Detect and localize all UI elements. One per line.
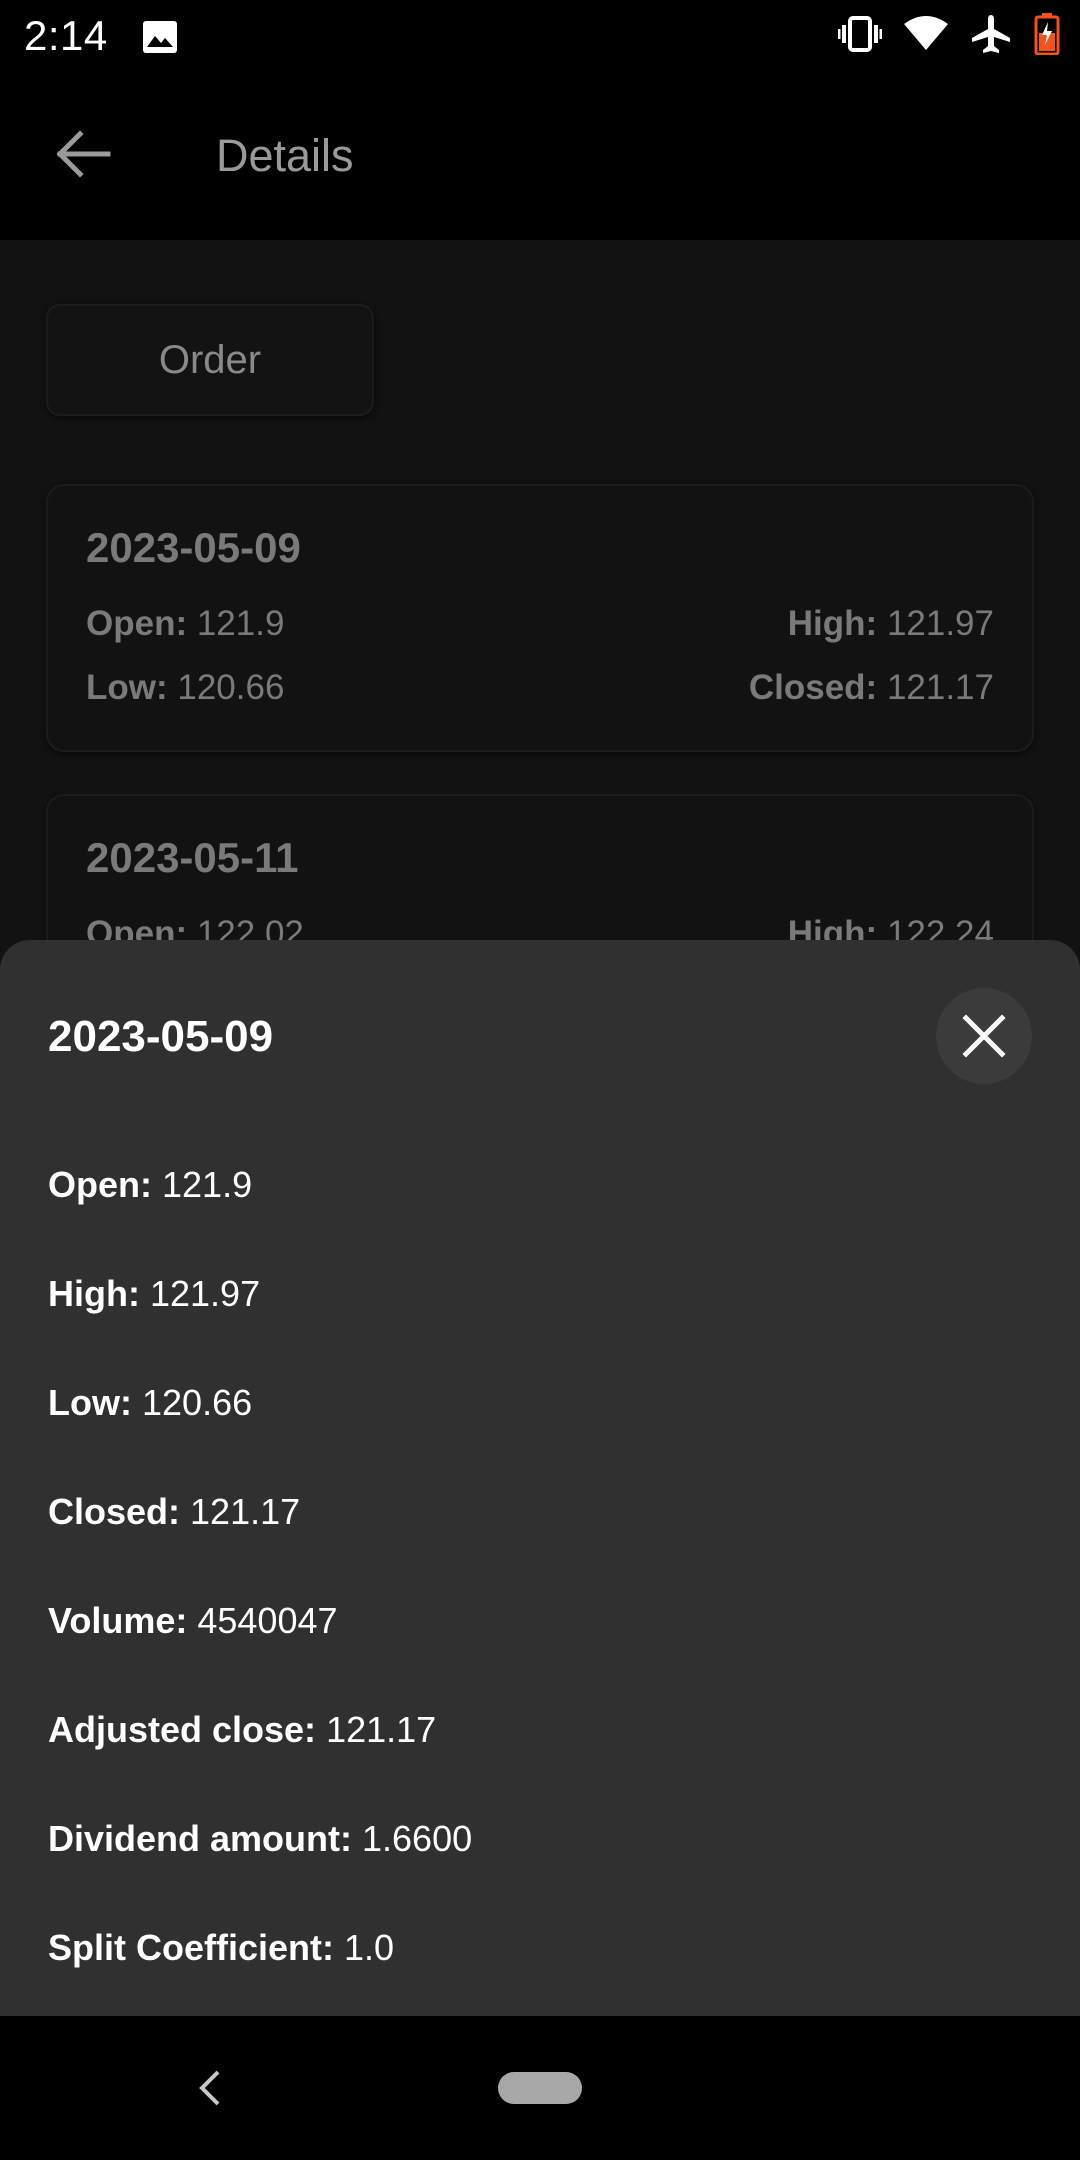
nav-back-button[interactable] — [186, 2060, 234, 2116]
day-card[interactable]: 2023-05-09 Open: 121.9 High: 121.97 Low:… — [46, 484, 1034, 752]
card-low: Low: 120.66 — [86, 668, 285, 707]
status-icons — [838, 12, 1060, 60]
airplane-icon — [970, 13, 1012, 60]
image-icon — [142, 20, 178, 54]
card-high: High: 121.97 — [787, 604, 994, 643]
detail-row-dividend-amount: Dividend amount: 1.6600 — [48, 1818, 473, 1859]
vibrate-icon — [838, 15, 882, 57]
sheet-title: 2023-05-09 — [48, 1012, 274, 1061]
detail-row-low: Low: 120.66 — [48, 1382, 253, 1423]
detail-row-closed: Closed: 121.17 — [48, 1491, 301, 1532]
card-row-low-closed: Low: 120.66 Closed: 121.17 — [86, 668, 994, 708]
battery-icon — [1034, 12, 1060, 60]
navigation-bar — [0, 2016, 1080, 2160]
status-time: 2:14 — [24, 12, 108, 59]
nav-home-button[interactable] — [498, 2072, 582, 2104]
detail-row-adjusted-close: Adjusted close: 121.17 — [48, 1709, 437, 1750]
detail-row-split-coefficient: Split Coefficient: 1.0 — [48, 1927, 395, 1968]
status-bar: 2:14 — [0, 0, 1080, 72]
card-closed: Closed: 121.17 — [748, 668, 994, 707]
wifi-icon — [904, 15, 948, 57]
card-date: 2023-05-11 — [86, 834, 299, 881]
back-button[interactable] — [42, 118, 126, 190]
chevron-left-icon — [199, 2070, 220, 2106]
detail-row-open: Open: 121.9 — [48, 1164, 253, 1205]
details-bottom-sheet: 2023-05-09 Open: 121.9 High: 121.97 Low:… — [0, 940, 1080, 2016]
card-date: 2023-05-09 — [86, 524, 301, 571]
card-row-open-high: Open: 121.9 High: 121.97 — [86, 604, 994, 644]
close-button[interactable] — [936, 988, 1032, 1084]
app-bar: Details — [0, 72, 1080, 240]
arrow-left-icon — [56, 130, 111, 178]
page-title: Details — [216, 130, 354, 181]
close-icon — [962, 1014, 1006, 1058]
card-open: Open: 121.9 — [86, 604, 285, 643]
order-button[interactable]: Order — [46, 304, 374, 416]
detail-row-high: High: 121.97 — [48, 1273, 261, 1314]
detail-row-volume: Volume: 4540047 — [48, 1600, 338, 1641]
